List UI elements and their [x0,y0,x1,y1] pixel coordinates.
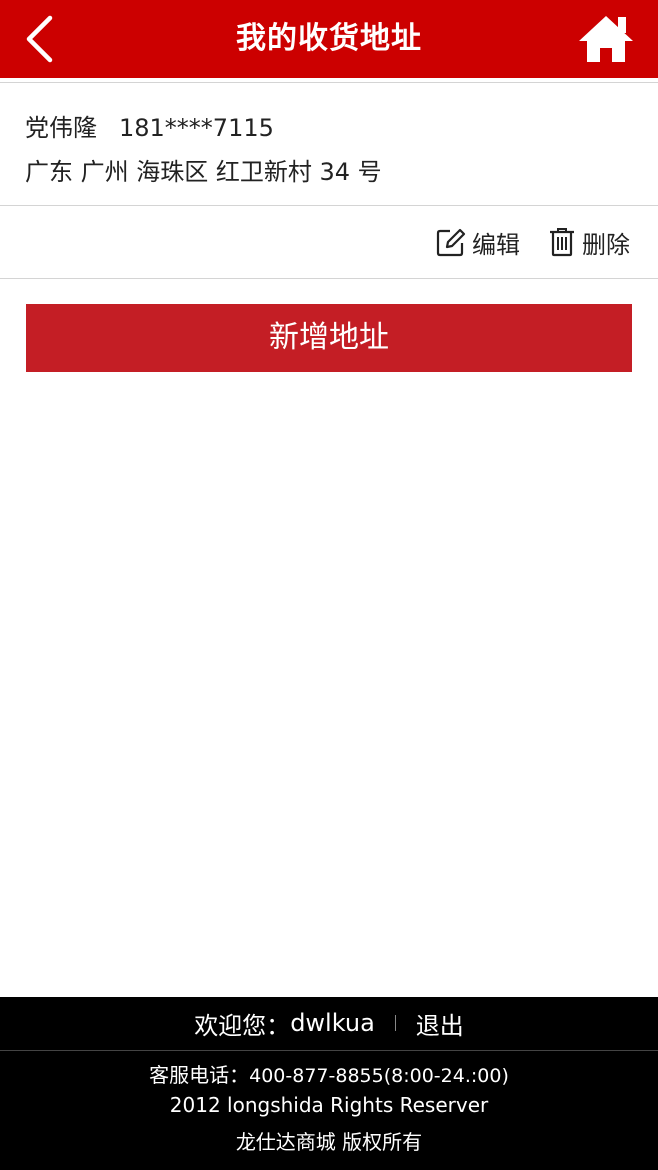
trash-icon [550,228,574,257]
footer-divider [0,1050,658,1051]
address-detail: 广东 广州 海珠区 红卫新村 34 号 [25,158,382,186]
recipient-phone: 181****7115 [119,114,274,142]
page-title: 我的收货地址 [236,21,422,56]
rights-text: 2012 longshida Rights Reserver [169,1093,489,1117]
address-actions: 编辑 删除 [436,222,630,262]
actions-divider [0,278,658,279]
service-line: 客服电话：400-877-8855(8:00-24.:00) [0,1059,658,1088]
home-icon [579,16,633,62]
footer-separator [394,1015,396,1031]
welcome-label: 欢迎您： [194,1011,291,1040]
address-card[interactable]: 党伟隆 181****7115 广东 广州 海珠区 红卫新村 34 号 [0,82,658,206]
delete-label: 删除 [582,230,630,259]
add-address-button[interactable]: 新增地址 [26,304,632,372]
edit-icon [436,228,466,257]
delete-button[interactable]: 删除 [548,225,630,260]
copyright-text: 龙仕达商城 版权所有 [235,1130,423,1154]
top-header: 我的收货地址 [0,0,658,78]
welcome-bar: 欢迎您： dwlkua 退出 [0,997,658,1049]
service-label: 客服电话： [149,1063,250,1087]
service-phone[interactable]: 400-877-8855(8:00-24.:00) [249,1065,509,1087]
address-contact: 党伟隆 181****7115 [25,108,274,143]
logout-link[interactable]: 退出 [416,1006,464,1041]
username: dwlkua [290,1009,375,1037]
edit-button[interactable]: 编辑 [436,225,520,260]
footer: 欢迎您： dwlkua 退出 客服电话：400-877-8855(8:00-24.… [0,997,658,1170]
edit-label: 编辑 [472,230,520,259]
address-divider [0,205,658,206]
recipient-name: 党伟隆 [25,114,97,142]
home-button[interactable] [576,12,636,66]
